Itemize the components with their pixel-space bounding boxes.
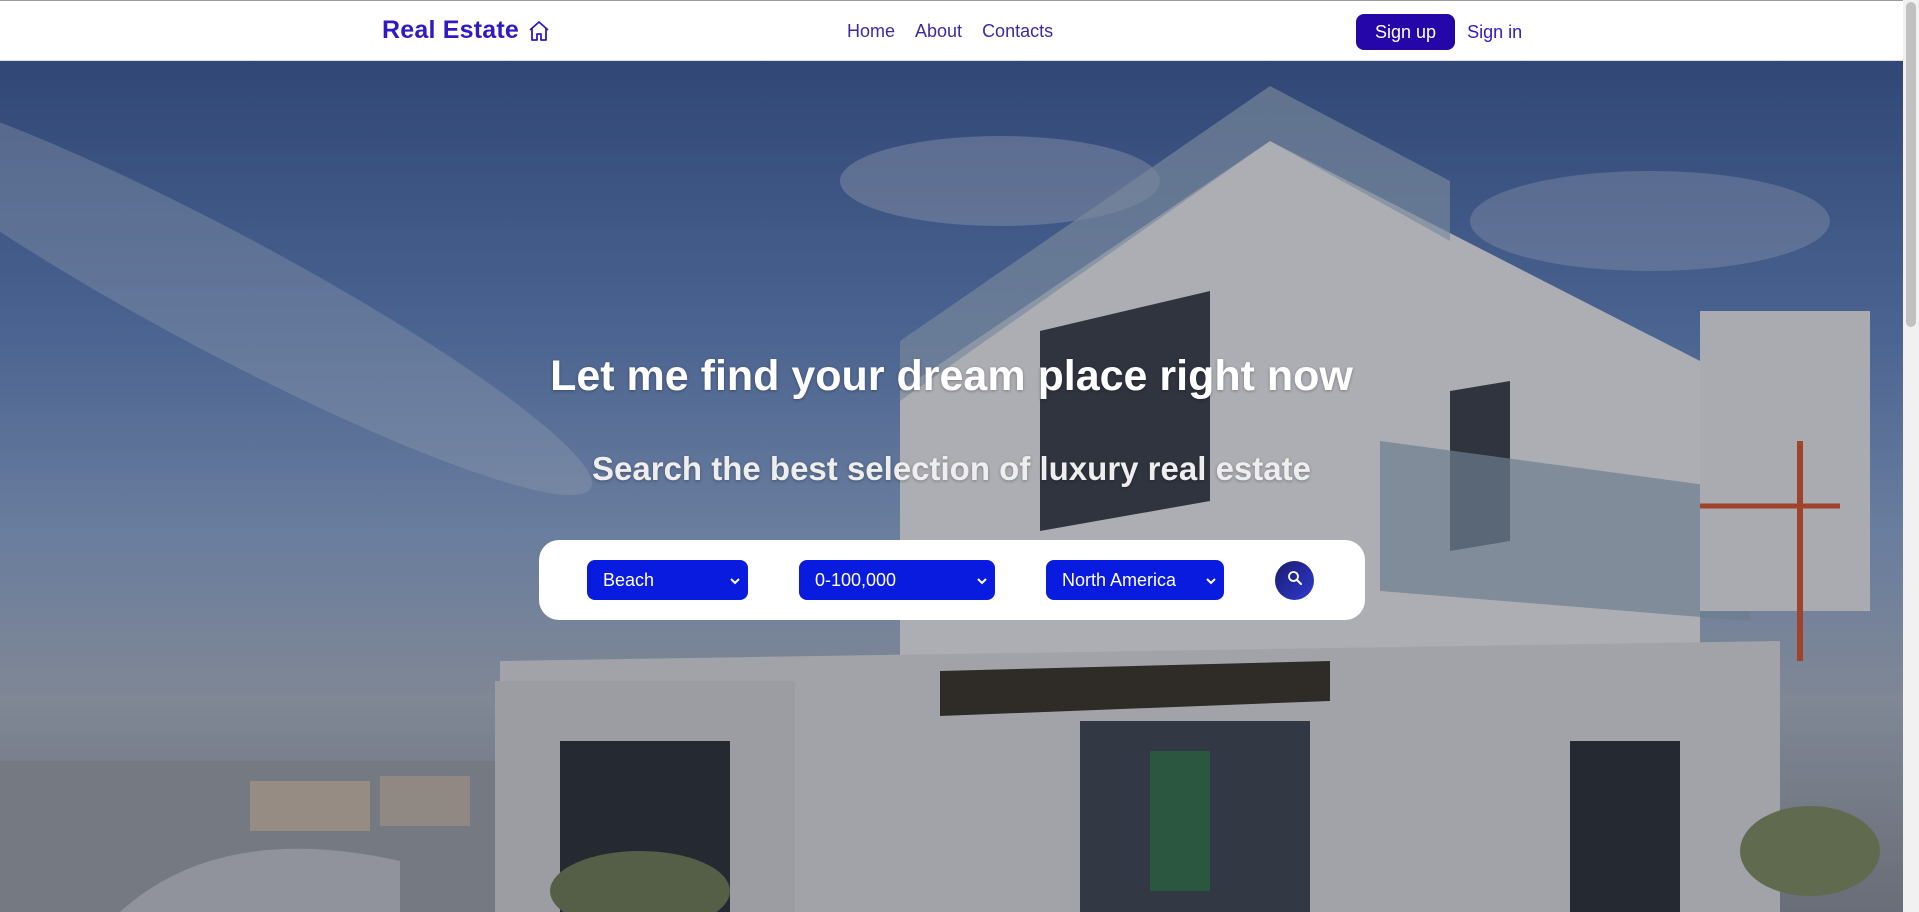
search-icon	[1287, 570, 1303, 591]
price-range-select[interactable]: 0-100,000	[799, 560, 995, 600]
search-panel: Beach 0-100,000 North America	[539, 540, 1365, 620]
brand-logo-link[interactable]: Real Estate	[382, 16, 551, 45]
price-range-value: 0-100,000	[815, 569, 897, 590]
nav-link-about[interactable]: About	[915, 21, 962, 42]
hero-title: Let me find your dream place right now	[550, 352, 1353, 400]
property-type-select[interactable]: Beach	[587, 560, 748, 600]
hero-section: Let me find your dream place right now S…	[0, 61, 1903, 912]
property-type-value: Beach	[603, 569, 655, 590]
nav-link-home[interactable]: Home	[847, 21, 895, 42]
hero-subtitle: Search the best selection of luxury real…	[592, 450, 1311, 487]
sign-up-button[interactable]: Sign up	[1356, 14, 1456, 50]
chevron-down-icon	[1204, 572, 1218, 593]
auth-actions: Sign up Sign in	[1356, 14, 1522, 50]
chevron-down-icon	[975, 572, 989, 593]
chevron-down-icon	[728, 572, 742, 593]
region-select[interactable]: North America	[1046, 560, 1224, 600]
nav-link-contacts[interactable]: Contacts	[982, 21, 1053, 42]
brand-name: Real Estate	[382, 16, 519, 44]
main-nav: Home About Contacts	[847, 21, 1073, 42]
home-icon	[527, 19, 551, 43]
region-value: North America	[1062, 569, 1177, 590]
sign-in-link[interactable]: Sign in	[1467, 22, 1522, 43]
scrollbar-thumb[interactable]	[1906, 2, 1916, 327]
top-navbar: Real Estate Home About Contacts Sign up …	[0, 0, 1903, 61]
vertical-scrollbar[interactable]	[1903, 0, 1919, 912]
search-button[interactable]	[1275, 561, 1314, 600]
